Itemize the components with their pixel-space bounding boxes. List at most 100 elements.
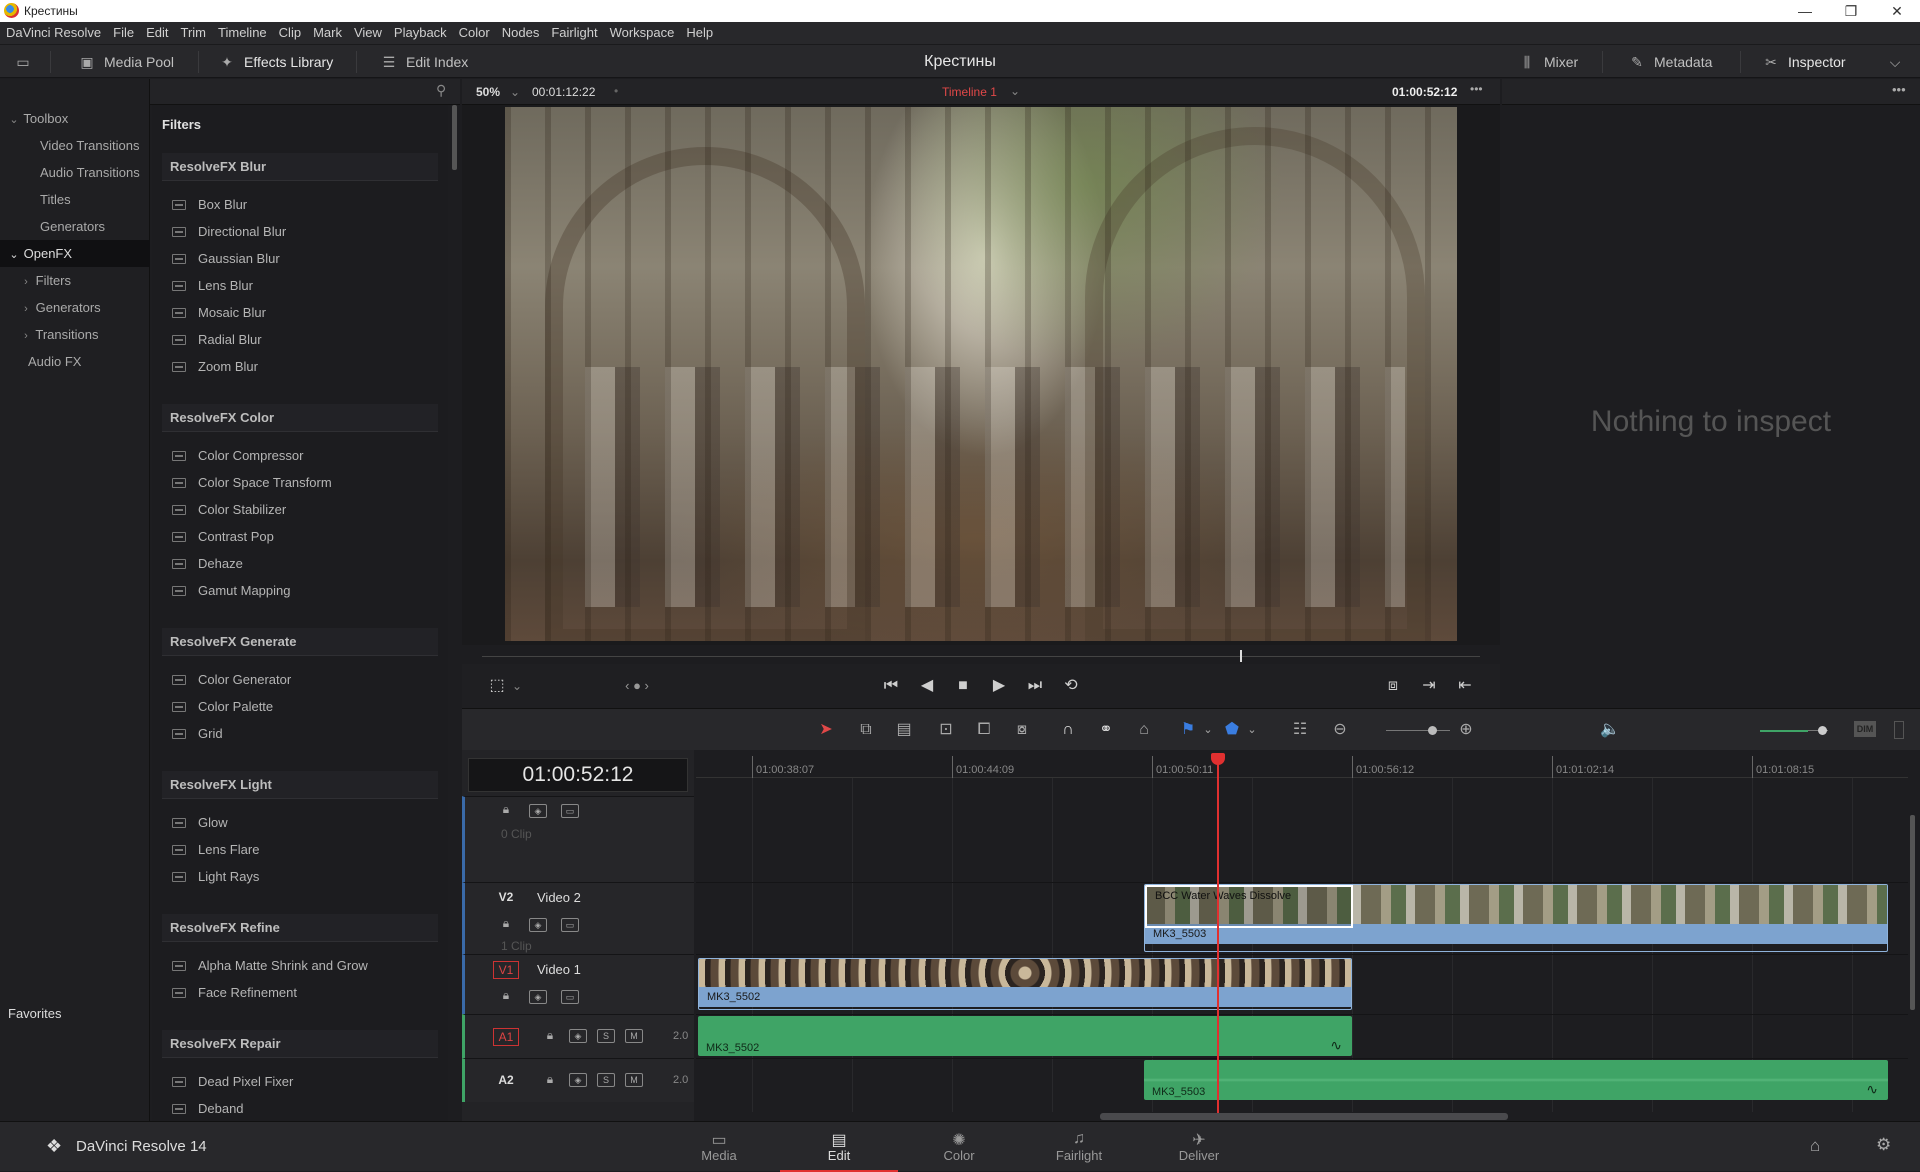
inspector-button[interactable]: ✂ Inspector	[1762, 45, 1845, 79]
filter-group-header[interactable]: ResolveFX Light	[162, 771, 438, 799]
filter-item[interactable]: Radial Blur	[172, 326, 262, 353]
overwrite-clip-icon[interactable]: ⧠	[970, 709, 998, 751]
filter-item[interactable]: Dead Pixel Fixer	[172, 1068, 293, 1095]
zoom-out-icon[interactable]: ⊖	[1326, 709, 1354, 751]
lock-icon[interactable]: 🔒︎	[497, 989, 515, 1003]
selection-mode-icon[interactable]: ➤	[812, 709, 840, 751]
filter-item[interactable]: Glow	[172, 809, 228, 836]
fade-handle-icon[interactable]: ∿	[1866, 1081, 1878, 1098]
go-to-start-icon[interactable]: ⏮	[876, 664, 906, 708]
zoom-dropdown-icon[interactable]: ⌄	[510, 85, 520, 99]
jog-control[interactable]: ‹ ● ›	[612, 664, 662, 708]
viewer-frame-image[interactable]	[505, 107, 1457, 641]
insert-clip-icon[interactable]: ⊡	[932, 709, 960, 751]
disable-track-icon[interactable]: ▭	[561, 804, 579, 818]
filter-group-header[interactable]: ResolveFX Repair	[162, 1030, 438, 1058]
tree-audio-transitions[interactable]: Audio Transitions	[0, 159, 150, 186]
filter-group-header[interactable]: ResolveFX Color	[162, 404, 438, 432]
filter-item[interactable]: Mosaic Blur	[172, 299, 266, 326]
zoom-level[interactable]: 50%	[476, 85, 500, 99]
timeline-zoom-slider[interactable]	[1386, 730, 1450, 731]
filter-item[interactable]: Color Palette	[172, 693, 273, 720]
snapping-icon[interactable]: ∩	[1054, 709, 1082, 751]
filter-item[interactable]: Directional Blur	[172, 218, 286, 245]
replace-clip-icon[interactable]: ⧇	[1008, 709, 1036, 751]
audio-meter-icon[interactable]	[1894, 721, 1904, 739]
expand-panel-icon[interactable]: ⌵	[1886, 45, 1912, 79]
audio-clip-a1[interactable]: MK3_5502 ∿	[698, 1016, 1352, 1056]
menu-fairlight[interactable]: Fairlight	[545, 22, 603, 44]
filter-item[interactable]: Grid	[172, 720, 223, 747]
inspector-options-icon[interactable]: •••	[1892, 82, 1906, 97]
playhead-line[interactable]	[1217, 756, 1219, 1114]
timeline-name[interactable]: Timeline 1	[942, 85, 997, 99]
filters-scrollbar[interactable]	[452, 105, 457, 170]
lock-icon[interactable]: 🔒︎	[497, 803, 515, 817]
disable-track-icon[interactable]: ▭	[561, 990, 579, 1004]
filter-item[interactable]: Box Blur	[172, 191, 247, 218]
menu-file[interactable]: File	[107, 22, 140, 44]
tree-audio-fx[interactable]: Audio FX	[0, 348, 150, 375]
settings-gear-icon[interactable]: ⚙	[1876, 1135, 1891, 1155]
blade-mode-icon[interactable]: ▤	[890, 709, 918, 751]
filter-item[interactable]: Color Compressor	[172, 442, 303, 469]
filter-item[interactable]: Gaussian Blur	[172, 245, 280, 272]
position-lock-icon[interactable]: ⌂	[1130, 709, 1158, 751]
match-frame-icon[interactable]: ⧈	[1378, 664, 1408, 708]
prev-edit-icon[interactable]: ⇤	[1450, 664, 1480, 708]
link-icon[interactable]: ⚭	[1092, 709, 1120, 751]
tree-openfx-generators[interactable]: › Generators	[0, 294, 150, 321]
search-icon[interactable]: ⚲	[436, 82, 446, 99]
timeline-view-icon[interactable]: ☷	[1286, 709, 1314, 751]
filter-item[interactable]: Color Generator	[172, 666, 291, 693]
filter-item[interactable]: Contrast Pop	[172, 523, 274, 550]
track-id-v1[interactable]: V1	[493, 961, 519, 979]
filter-item[interactable]: Color Stabilizer	[172, 496, 286, 523]
close-button[interactable]: ✕	[1874, 0, 1920, 22]
solo-button[interactable]: S	[597, 1029, 615, 1043]
filter-item[interactable]: Lens Flare	[172, 836, 259, 863]
filter-item[interactable]: Color Space Transform	[172, 469, 332, 496]
filter-item[interactable]: Deband	[172, 1095, 244, 1122]
page-fairlight[interactable]: ♫ Fairlight	[1020, 1122, 1138, 1172]
tree-titles[interactable]: Titles	[0, 186, 150, 213]
lock-icon[interactable]: 🔒︎	[541, 1073, 559, 1087]
timeline-vertical-scrollbar[interactable]	[1910, 815, 1915, 1010]
menu-mark[interactable]: Mark	[307, 22, 348, 44]
auto-select-icon[interactable]: ◈	[529, 918, 547, 932]
filter-item[interactable]: Alpha Matte Shrink and Grow	[172, 952, 368, 979]
filter-item[interactable]: Light Rays	[172, 863, 259, 890]
menu-davinci[interactable]: DaVinci Resolve	[0, 22, 107, 44]
transition-block[interactable]: BCC Water Waves Dissolve	[1145, 885, 1353, 928]
go-to-end-icon[interactable]: ⏭	[1020, 664, 1050, 708]
monitor-icon[interactable]: ▭	[14, 45, 40, 79]
effects-library-button[interactable]: ✦ Effects Library	[218, 45, 333, 79]
audio-clip-a2[interactable]: MK3_5503 ∿	[1144, 1060, 1888, 1100]
loop-icon[interactable]: ⟲	[1056, 664, 1086, 708]
volume-slider[interactable]	[1760, 730, 1808, 732]
menu-clip[interactable]: Clip	[273, 22, 307, 44]
mute-button[interactable]: M	[625, 1029, 643, 1043]
lock-icon[interactable]: 🔒︎	[541, 1029, 559, 1043]
media-pool-button[interactable]: ▣ Media Pool	[78, 45, 174, 79]
filter-item[interactable]: Lens Blur	[172, 272, 253, 299]
minimize-button[interactable]: —	[1782, 0, 1828, 22]
filter-item[interactable]: Gamut Mapping	[172, 577, 291, 604]
edit-index-button[interactable]: ☰ Edit Index	[380, 45, 469, 79]
tree-generators[interactable]: Generators	[0, 213, 150, 240]
filter-item[interactable]: Face Refinement	[172, 979, 297, 1006]
zoom-in-icon[interactable]: ⊕	[1452, 709, 1480, 751]
track-id-v2[interactable]: V2	[493, 889, 519, 907]
page-color[interactable]: ✺ Color	[900, 1122, 1018, 1172]
menu-playback[interactable]: Playback	[388, 22, 453, 44]
video-clip-v2[interactable]: BCC Water Waves Dissolve MK3_5503	[1144, 884, 1888, 952]
mute-button[interactable]: M	[625, 1073, 643, 1087]
menu-nodes[interactable]: Nodes	[496, 22, 546, 44]
restore-button[interactable]: ❐	[1828, 0, 1874, 22]
menu-trim[interactable]: Trim	[175, 22, 213, 44]
menu-edit[interactable]: Edit	[140, 22, 174, 44]
tree-video-transitions[interactable]: Video Transitions	[0, 132, 150, 159]
lock-icon[interactable]: 🔒︎	[497, 917, 515, 931]
auto-select-icon[interactable]: ◈	[569, 1073, 587, 1087]
tree-transitions[interactable]: › Transitions	[0, 321, 150, 348]
